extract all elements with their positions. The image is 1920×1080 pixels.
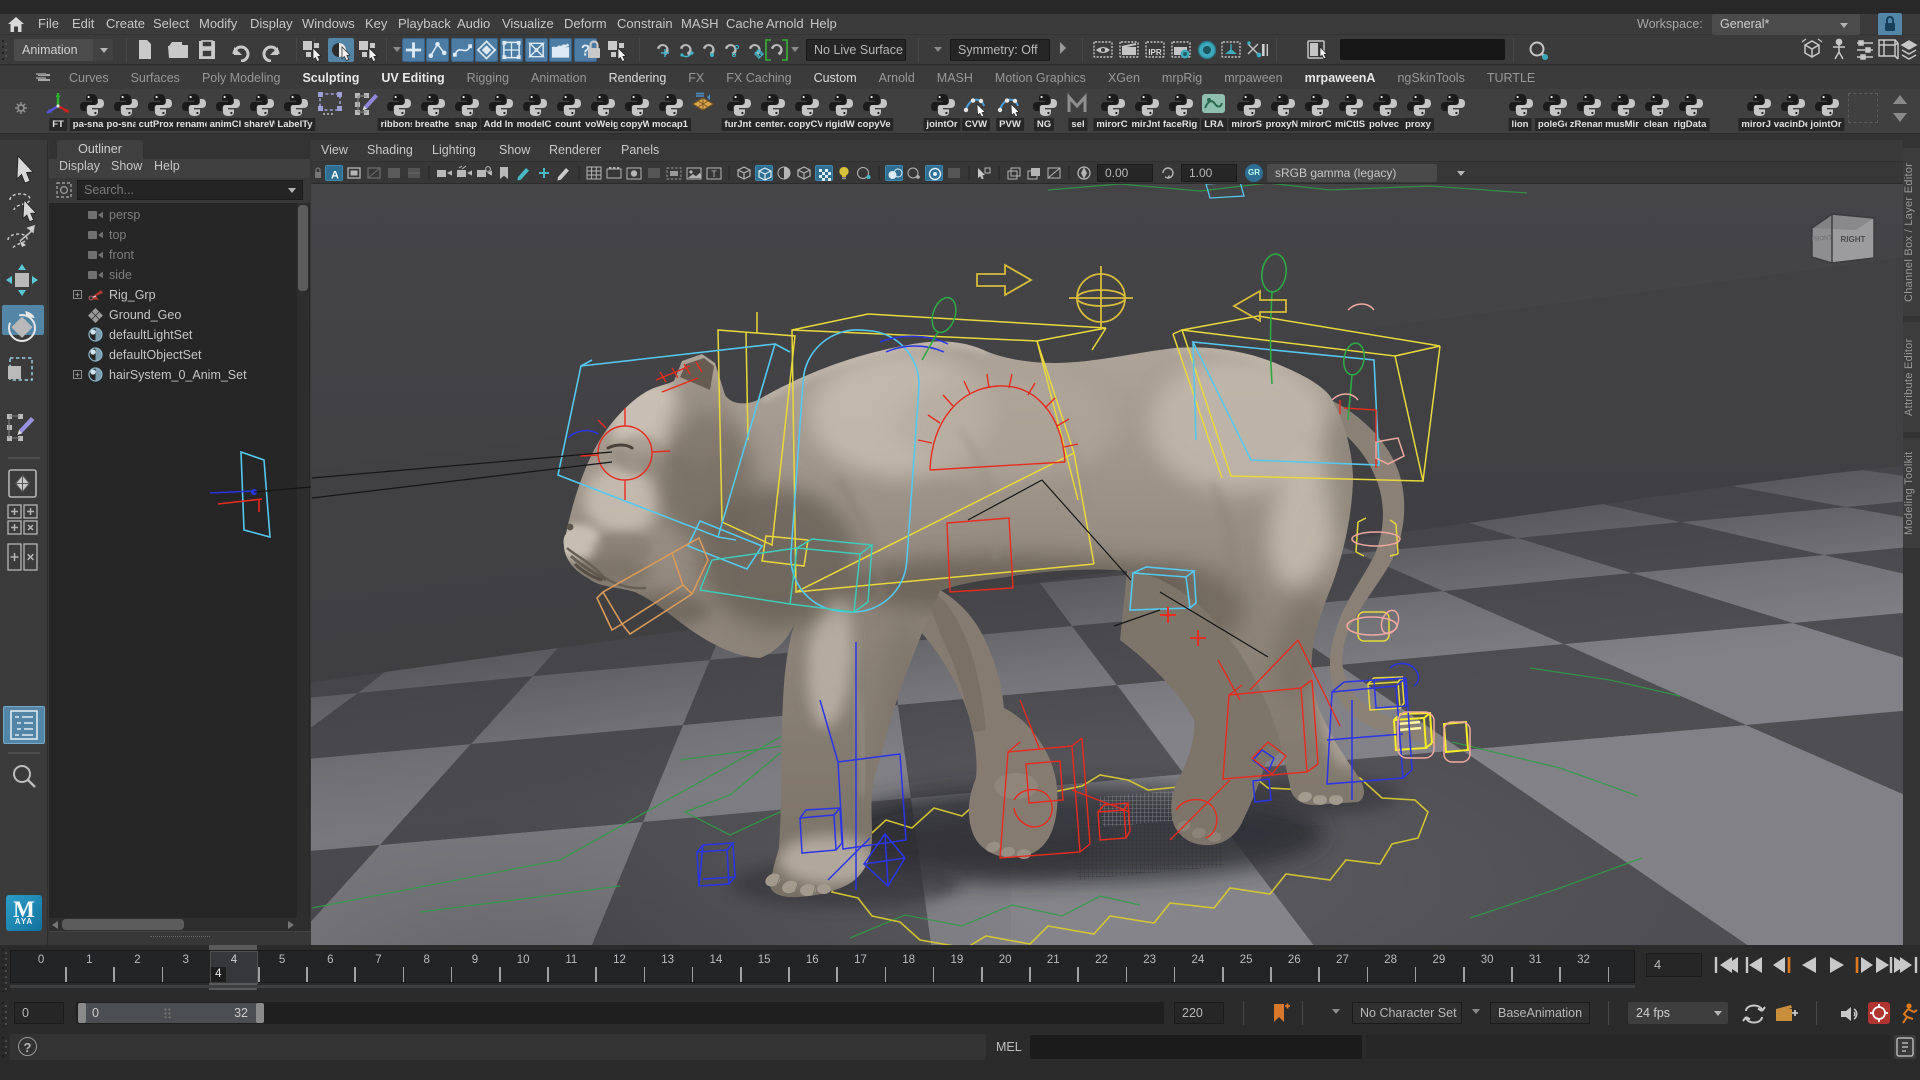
svg-text:A: A — [331, 170, 339, 182]
svg-text:T: T — [711, 169, 717, 179]
svg-text:IPR: IPR — [1148, 48, 1162, 57]
svg-text:RIGHT: RIGHT — [1841, 235, 1866, 244]
